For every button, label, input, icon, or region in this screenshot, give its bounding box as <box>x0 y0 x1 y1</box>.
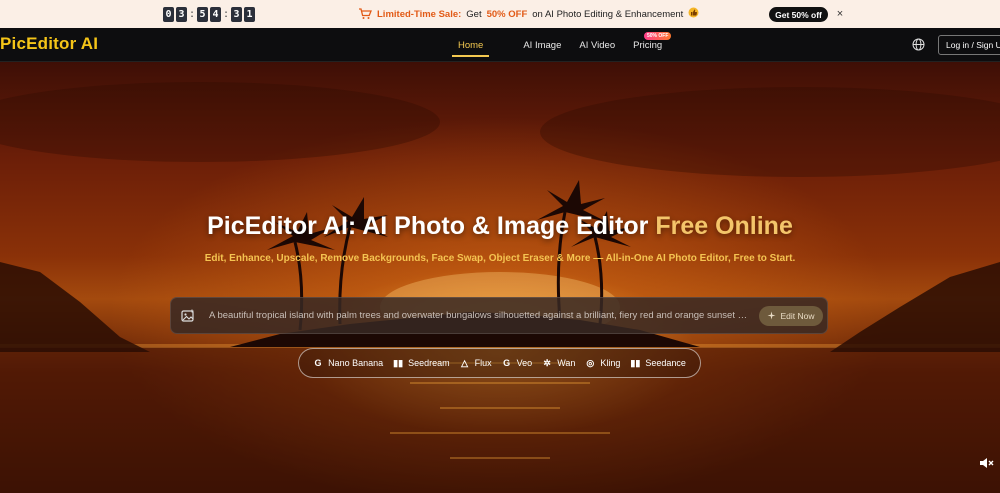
discount-badge: 50% OFF <box>644 32 672 40</box>
model-name: Seedance <box>645 358 686 368</box>
model-name: Flux <box>474 358 492 368</box>
top-nav: PicEditor AI Home AI Image AI Video Pric… <box>0 28 1000 62</box>
sunset-background-image <box>0 82 1000 493</box>
sale-label: Limited-Time Sale: <box>377 8 462 20</box>
nav-ai-video[interactable]: AI Video <box>570 28 624 62</box>
kling-icon: ◎ <box>586 357 595 368</box>
model-chip[interactable]: ✲ Wan <box>542 358 575 369</box>
model-chip[interactable]: G Nano Banana <box>313 358 384 368</box>
image-upload-icon[interactable] <box>181 309 195 328</box>
close-icon[interactable]: × <box>834 6 846 21</box>
hero-section: PicEditor AI: AI Photo & Image Editor Fr… <box>0 62 1000 493</box>
promo-tail: on AI Photo Editing & Enhancement <box>532 8 684 20</box>
edit-now-label: Edit Now <box>780 311 815 321</box>
model-name: Veo <box>516 358 533 368</box>
countdown-digit: 3 <box>176 7 187 22</box>
nav-links: Home AI Image AI Video Pricing <box>449 28 671 62</box>
promo-message: Limited-Time Sale: Get 50% OFF on AI Pho… <box>358 7 699 21</box>
countdown-digit: 5 <box>197 7 208 22</box>
google-icon: G <box>503 358 511 368</box>
model-chip[interactable]: G Veo <box>502 358 533 368</box>
google-icon: G <box>314 358 322 368</box>
edit-now-button[interactable]: Edit Now <box>759 306 823 326</box>
model-name: Wan <box>557 358 576 368</box>
model-chips: G Nano Banana ▮▮ Seedream △ Flux G Veo ✲ Wan … <box>298 348 701 378</box>
model-name: Kling <box>600 358 621 368</box>
promo-bar: 0 3 : 5 4 : 3 1 Limited-Time Sale: Get 5… <box>0 0 1000 28</box>
model-chip[interactable]: △ Flux <box>460 357 492 369</box>
thumbs-up-icon <box>688 7 699 21</box>
hero-title-main: PicEditor AI: AI Photo & Image Editor <box>207 212 649 240</box>
globe-icon[interactable] <box>912 38 925 51</box>
model-chip[interactable]: ▮▮ Seedance <box>630 358 686 369</box>
sparkle-icon <box>767 311 776 322</box>
countdown-digit: 1 <box>244 7 255 22</box>
model-chip[interactable]: ▮▮ Seedream <box>393 357 450 369</box>
wan-icon: ✲ <box>543 357 551 368</box>
bars-icon: ▮▮ <box>393 357 404 368</box>
promo-discount: 50% OFF <box>486 8 528 20</box>
prompt-input[interactable]: A beautiful tropical island with palm tr… <box>209 310 749 321</box>
cart-icon <box>358 8 372 20</box>
countdown-timer: 0 3 : 5 4 : 3 1 <box>163 7 255 22</box>
hero-title-accent: Free Online <box>655 212 793 240</box>
nav-home[interactable]: Home <box>449 28 492 62</box>
triangle-icon: △ <box>461 357 469 368</box>
logo[interactable]: PicEditor AI <box>0 34 98 54</box>
model-name: Nano Banana <box>328 358 384 368</box>
promo-get: Get <box>466 8 482 20</box>
get-discount-button[interactable]: Get 50% off <box>769 7 828 22</box>
prompt-bar[interactable]: A beautiful tropical island with palm tr… <box>170 297 828 334</box>
model-name: Seedream <box>408 358 450 368</box>
countdown-digit: 4 <box>210 7 221 22</box>
mute-icon[interactable] <box>978 455 994 471</box>
hero-subtitle: Edit, Enhance, Upscale, Remove Backgroun… <box>204 253 796 264</box>
model-chip[interactable]: ◎ Kling <box>585 358 620 369</box>
hero-title: PicEditor AI: AI Photo & Image Editor Fr… <box>0 212 1000 241</box>
nav-ai-image[interactable]: AI Image <box>514 28 570 62</box>
bars-icon: ▮▮ <box>630 357 641 368</box>
countdown-separator: : <box>190 9 194 20</box>
countdown-digit: 3 <box>231 7 242 22</box>
login-button[interactable]: Log in / Sign Up <box>938 35 1000 55</box>
countdown-digit: 0 <box>163 7 174 22</box>
countdown-separator: : <box>224 9 228 20</box>
